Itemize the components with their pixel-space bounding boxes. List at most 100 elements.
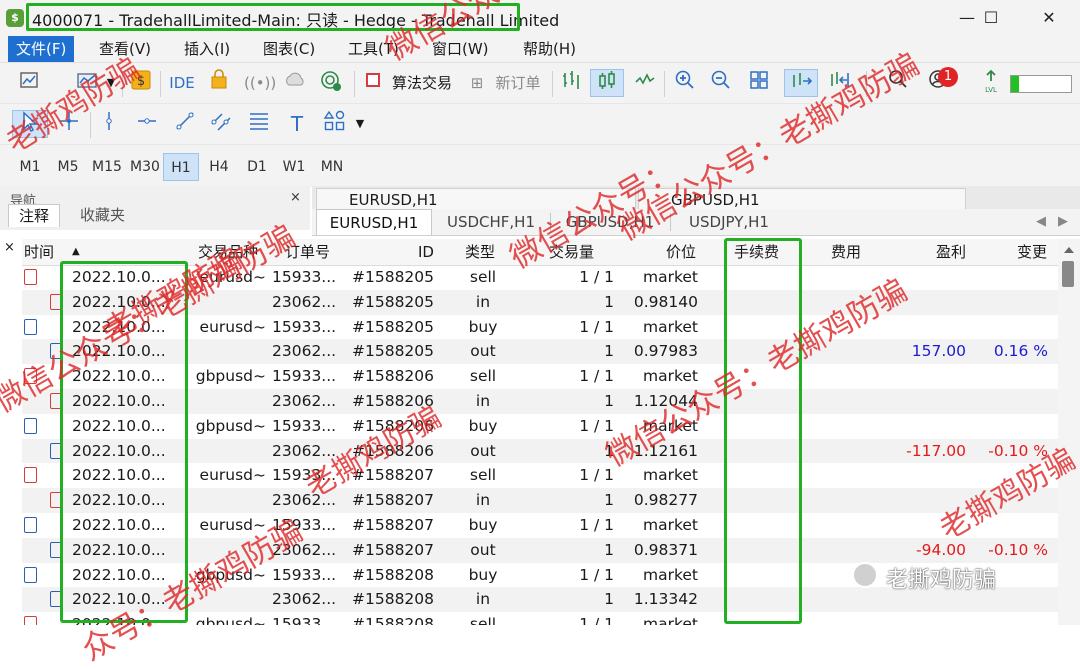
cell-volume: 1 / 1 [579, 516, 614, 534]
cell-symbol: gbpusd~ [195, 615, 266, 625]
chart-tabs: EURUSD,H1 USDCHF,H1 GBPUSD,H1 USDJPY,H1 … [312, 209, 1080, 236]
shapes-icon[interactable] [320, 110, 350, 138]
zoom-in-icon[interactable] [672, 69, 698, 97]
cell-change [968, 389, 1048, 414]
commission-column-highlight-box [724, 238, 802, 624]
buy-deal-icon [24, 566, 37, 583]
cell-volume: 1 [604, 292, 614, 311]
menu-bar: 文件(F) 查看(V) 插入(I) 图表(C) 工具(T) 窗口(W) 帮助(H… [0, 36, 1080, 63]
cell-id: #1588206 [352, 367, 434, 386]
cell-volume: 1 / 1 [579, 367, 614, 386]
timeframe-m15[interactable]: M15 [88, 153, 126, 181]
shapes-dropdown-icon[interactable]: ▼ [354, 110, 366, 138]
watermark-logo: 老撕鸡防骗 [852, 560, 1064, 594]
tile-windows-icon[interactable] [746, 69, 772, 97]
cell-price: market [642, 565, 698, 584]
vps-icon[interactable] [318, 69, 344, 97]
scroll-up-icon[interactable] [1064, 247, 1074, 253]
cell-id: #1588208 [352, 565, 434, 584]
nav-tab-notes[interactable]: 注释 [8, 204, 61, 227]
cell-id: #1588207 [352, 540, 434, 559]
trend-line-icon[interactable] [172, 110, 198, 138]
zoom-out-icon[interactable] [708, 69, 734, 97]
cell-type: out [470, 441, 496, 460]
cell-profit: 157.00 [911, 342, 966, 361]
menu-help[interactable]: 帮助(H) [515, 36, 584, 62]
channel-icon[interactable] [208, 110, 234, 138]
notification-badge: 1 [938, 67, 958, 87]
timeframe-m5[interactable]: M5 [50, 153, 86, 181]
cell-type: sell [469, 268, 497, 286]
buy-deal-icon [24, 517, 37, 533]
cell-price: market [642, 268, 698, 286]
maximize-button[interactable]: ☐ [968, 4, 1014, 32]
cell-type: in [475, 590, 491, 609]
timeframe-m30[interactable]: M30 [126, 153, 164, 181]
cloud-icon[interactable] [282, 69, 308, 97]
cell-order: 15933... [272, 367, 337, 386]
cell-volume: 1 / 1 [579, 466, 614, 485]
new-order-icon[interactable]: ⊞ [468, 69, 486, 97]
cell-change [968, 364, 1048, 389]
drawing-toolbar: T ▼ [0, 103, 1080, 144]
algo-trading-icon[interactable] [364, 69, 382, 97]
cell-change [968, 612, 1048, 625]
cell-type: buy [468, 516, 498, 534]
cell-volume: 1 [604, 540, 614, 559]
close-button[interactable]: ✕ [1026, 4, 1072, 32]
left-strip [0, 265, 22, 625]
timeframe-h1[interactable]: H1 [163, 153, 199, 181]
menu-file[interactable]: 文件(F) [8, 36, 75, 62]
menu-charts[interactable]: 图表(C) [255, 36, 323, 62]
line-chart-icon[interactable] [632, 69, 658, 97]
cell-order: 15933... [272, 317, 337, 336]
col-id[interactable]: ID [418, 239, 434, 265]
cell-price: 1.13342 [633, 590, 698, 609]
tab-eurusd-h1[interactable]: EURUSD,H1 [316, 209, 432, 235]
cell-type: out [470, 540, 496, 559]
timeframe-h4[interactable]: H4 [201, 153, 237, 181]
text-tool-icon[interactable]: T [284, 110, 310, 138]
col-change[interactable]: 变更 [1017, 239, 1047, 265]
tab-scroll-left-icon[interactable]: ◀ [1036, 209, 1046, 235]
horizontal-line-icon[interactable] [134, 110, 160, 138]
cell-symbol [188, 339, 266, 364]
scroll-thumb[interactable] [1062, 261, 1074, 287]
timeframe-w1[interactable]: W1 [276, 153, 312, 181]
cell-symbol: eurusd~ [199, 466, 266, 485]
bar-chart-icon[interactable] [558, 69, 584, 97]
candlestick-icon[interactable] [590, 69, 624, 97]
new-order-button[interactable]: 新订单 [490, 69, 546, 97]
cell-order: 23062... [272, 292, 337, 311]
cell-volume: 1 [604, 590, 614, 609]
cell-change [968, 414, 1048, 439]
cell-id: #1588205 [352, 268, 434, 286]
fibonacci-icon[interactable] [246, 110, 272, 138]
navigator-close-icon[interactable]: × [290, 190, 301, 205]
signal-strength-icon: LVL [978, 69, 1004, 97]
cell-order: 23062... [272, 392, 337, 410]
vertical-line-icon[interactable] [96, 110, 122, 138]
cell-order: 15933... [272, 615, 337, 625]
timeframe-mn[interactable]: MN [314, 153, 350, 181]
col-price[interactable]: 价位 [666, 239, 696, 265]
ide-button[interactable]: IDE [166, 69, 198, 97]
toolbox-close-icon[interactable]: × [4, 240, 15, 255]
signals-icon[interactable]: ((•)) [244, 69, 276, 97]
timeframe-d1[interactable]: D1 [239, 153, 275, 181]
cell-order: 15933... [272, 565, 337, 584]
col-time[interactable]: 时间 [24, 239, 54, 265]
tab-scroll-right-icon[interactable]: ▶ [1058, 209, 1068, 235]
col-fee[interactable]: 费用 [831, 239, 861, 265]
buy-deal-icon [24, 318, 37, 335]
col-type[interactable]: 类型 [465, 239, 495, 265]
nav-tab-favorites[interactable]: 收藏夹 [70, 204, 135, 226]
cell-type: out [470, 342, 496, 361]
cell-type: sell [469, 367, 497, 386]
menu-insert[interactable]: 插入(I) [176, 36, 238, 62]
algo-trading-button[interactable]: 算法交易 [386, 69, 458, 97]
col-profit[interactable]: 盈利 [936, 239, 966, 265]
market-bag-icon[interactable] [206, 69, 232, 97]
new-chart-icon[interactable] [16, 69, 42, 97]
sell-deal-icon [24, 467, 37, 484]
